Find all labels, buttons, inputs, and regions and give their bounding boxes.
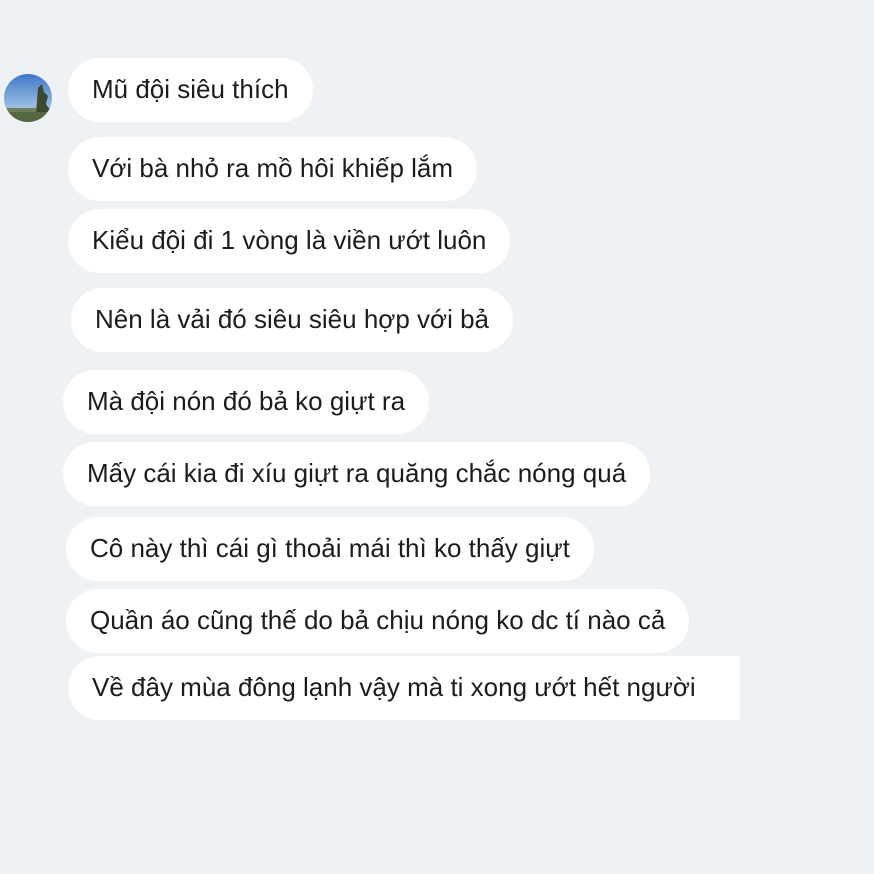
message-bubble-1[interactable]: Mũ đội siêu thích <box>68 58 313 122</box>
message-bubble-2[interactable]: Với bà nhỏ ra mồ hôi khiếp lắm <box>68 137 478 201</box>
message-bubble-7[interactable]: Cô này thì cái gì thoải mái thì ko thấy … <box>66 517 594 581</box>
message-bubble-9[interactable]: Về đây mùa đông lạnh vậy mà ti xong ướt … <box>68 656 740 720</box>
message-bubble-6[interactable]: Mấy cái kia đi xíu giựt ra quăng chắc nó… <box>63 442 651 506</box>
message-bubble-3[interactable]: Kiểu đội đi 1 vòng là viền ướt luôn <box>68 209 511 273</box>
message-bubble-4[interactable]: Nên là vải đó siêu siêu hợp với bả <box>71 288 513 352</box>
message-bubble-5[interactable]: Mà đội nón đó bả ko giựt ra <box>63 370 430 434</box>
sender-avatar[interactable] <box>4 74 52 122</box>
landscape-avatar-icon <box>4 74 52 122</box>
message-bubble-8[interactable]: Quần áo cũng thế do bả chịu nóng ko dc t… <box>66 589 690 653</box>
